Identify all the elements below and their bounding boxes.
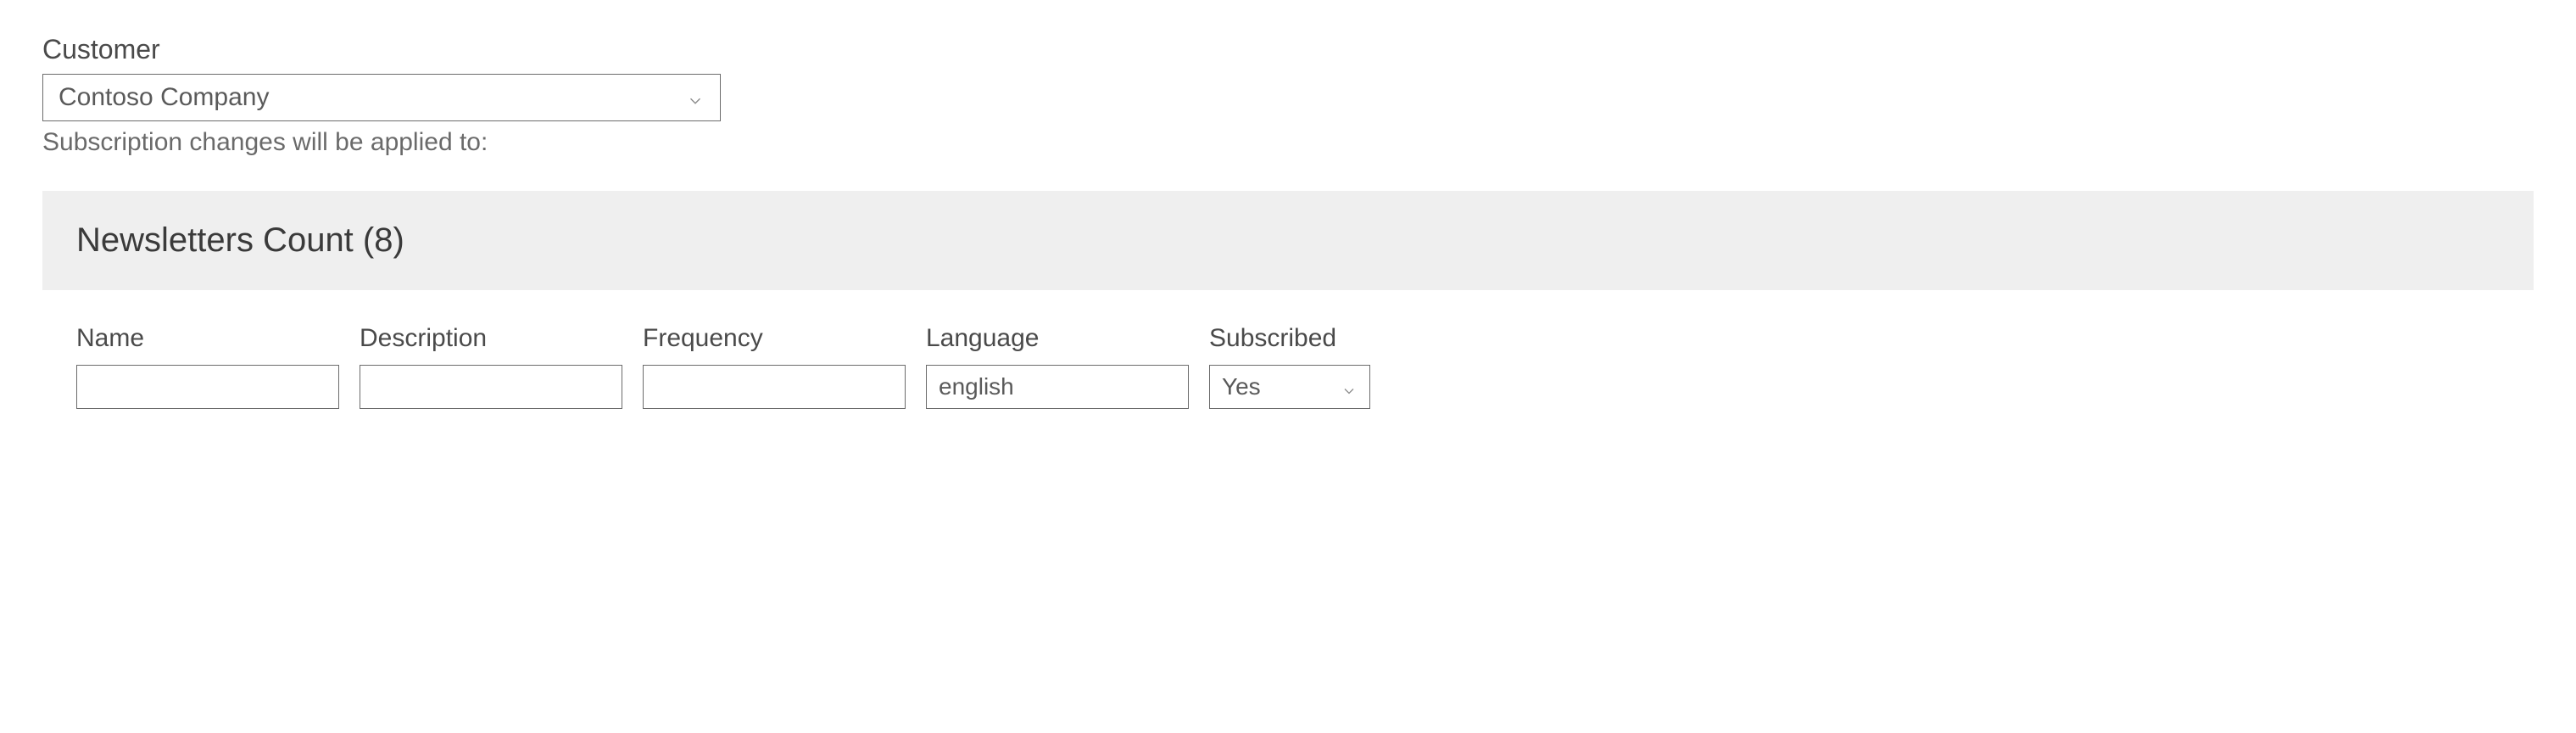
filter-col-name: Name <box>76 324 339 409</box>
customer-select[interactable]: Contoso Company <box>42 74 721 121</box>
name-input[interactable] <box>76 365 339 409</box>
filter-col-language: Language <box>926 324 1189 409</box>
description-input[interactable] <box>360 365 622 409</box>
filter-col-frequency: Frequency <box>643 324 906 409</box>
description-label: Description <box>360 324 622 353</box>
name-label: Name <box>76 324 339 353</box>
section-header: Newsletters Count (8) <box>42 191 2534 290</box>
subscribed-select-value: Yes <box>1222 373 1261 400</box>
subscribed-label: Subscribed <box>1209 324 1370 353</box>
frequency-label: Frequency <box>643 324 906 353</box>
filter-col-description: Description <box>360 324 622 409</box>
customer-select-value: Contoso Company <box>59 83 269 112</box>
customer-helper-text: Subscription changes will be applied to: <box>42 128 2534 157</box>
filter-row: Name Description Frequency Language Subs… <box>42 324 2534 409</box>
customer-field: Customer Contoso Company Subscription ch… <box>42 34 2534 157</box>
customer-label: Customer <box>42 34 2534 65</box>
chevron-down-icon <box>1341 378 1358 395</box>
language-input[interactable] <box>926 365 1189 409</box>
frequency-input[interactable] <box>643 365 906 409</box>
filter-col-subscribed: Subscribed Yes <box>1209 324 1370 409</box>
chevron-down-icon <box>686 88 705 107</box>
language-label: Language <box>926 324 1189 353</box>
section-title: Newsletters Count (8) <box>76 221 2500 260</box>
subscribed-select[interactable]: Yes <box>1209 365 1370 409</box>
